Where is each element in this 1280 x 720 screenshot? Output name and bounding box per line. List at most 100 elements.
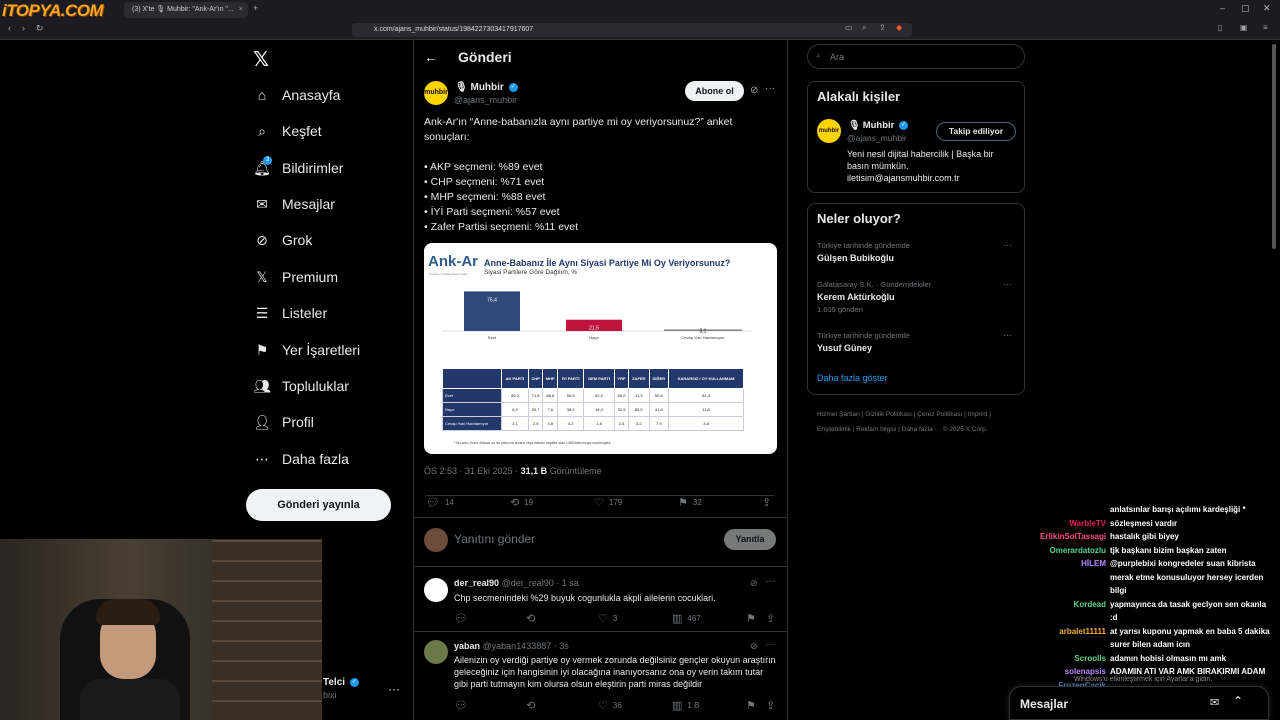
nav-notifications[interactable]: 🔔︎ 3 Bildirimler — [252, 154, 343, 182]
views-action[interactable]: ▥ 1 B — [672, 699, 699, 712]
table-header-cell: AK PARTİ — [500, 368, 529, 389]
nav-profile[interactable]: 👤︎ Profil — [252, 408, 314, 436]
views-action[interactable]: ▥ 467 — [672, 612, 701, 625]
nav-bookmarks[interactable]: ⚑ Yer İşaretleri — [252, 336, 360, 364]
subscribe-button[interactable]: Abone ol — [685, 81, 744, 101]
table-row: Cevap Yok/ Hatırlamıyor 2,1 2,5 3,8 4,2 1,6 2,… — [442, 416, 744, 431]
table-cell: 11,8 — [668, 402, 744, 417]
nav-explore[interactable]: ⌕ Keşfet — [252, 117, 322, 145]
author-name[interactable]: 🎙 Muhbir ✓ — [455, 82, 518, 93]
maximize-icon[interactable]: ▢ — [1241, 3, 1250, 14]
new-tab-icon[interactable]: + — [253, 3, 258, 13]
more-options-icon[interactable]: ··· — [765, 639, 775, 650]
following-button[interactable]: Takip ediliyor — [936, 122, 1016, 141]
trend-item[interactable]: Galatasaray S.K. · Gündemdekiler Kerem A… — [817, 280, 931, 314]
trend-item[interactable]: Türkiye tarihinde gündemde Gülşen Bubiko… — [817, 241, 910, 263]
table-row: Hayır 8,9 25,7 7,6 38,9 16,4 32,5 85,5 41,6 11,8 — [442, 402, 744, 417]
reader-icon[interactable]: ▭ — [845, 23, 853, 32]
trend-more-icon[interactable]: ··· — [1003, 279, 1012, 289]
like-action[interactable]: ♡ 179 — [594, 496, 622, 509]
more-options-icon[interactable]: ··· — [765, 576, 775, 587]
grok-icon[interactable]: ⊘ — [750, 641, 758, 652]
reply-button[interactable]: Yanıtla — [724, 529, 776, 550]
sidebar-icon[interactable]: ▯ — [1218, 23, 1222, 32]
tweet-image[interactable]: Ank-Ar Sosyal ve Politik Araştırmalar An… — [424, 243, 777, 454]
trend-context: Türkiye tarihinde gündemde — [817, 241, 910, 250]
repost-action[interactable]: ⟲ 19 — [510, 496, 533, 509]
show-more-link[interactable]: Daha fazla göster — [817, 373, 888, 383]
trend-item[interactable]: Türkiye tarihinde gündemde Yusuf Güney — [817, 331, 910, 353]
close-window-icon[interactable]: ✕ — [1263, 3, 1271, 14]
related-avatar[interactable]: muhbir — [817, 119, 841, 143]
nav-lists[interactable]: ☰ Listeler — [252, 299, 327, 327]
like-action[interactable]: ♡ 3 — [598, 612, 617, 625]
wallet-icon[interactable]: ▣ — [1240, 23, 1248, 32]
reply-author[interactable]: yaban @yaban1433887 · 3s — [454, 641, 569, 651]
share-action[interactable]: ⇪ — [766, 699, 780, 712]
bookmark-action[interactable]: ⚑ — [746, 699, 761, 712]
like-action[interactable]: ♡ 36 — [598, 699, 622, 712]
reply-avatar[interactable] — [424, 640, 448, 664]
chat-username: ErlikinSolTassagi — [1040, 532, 1107, 541]
brave-shield-icon[interactable]: ◆ — [896, 23, 902, 32]
back-arrow-icon[interactable]: ← — [424, 49, 438, 65]
verified-icon: ✓ — [508, 82, 518, 92]
more-options-icon[interactable]: ··· — [765, 83, 775, 94]
author-handle[interactable]: @ajans_muhbir — [454, 95, 517, 105]
reply-author[interactable]: der_real90 @der_real90 · 1 sa — [454, 578, 579, 588]
search-input[interactable]: Ara — [807, 44, 1025, 69]
reload-icon[interactable]: ↻ — [36, 23, 44, 34]
nav-communities[interactable]: 👥︎ Topluluklar — [252, 372, 349, 400]
nav-home[interactable]: ⌂ Anasayfa — [252, 81, 341, 109]
verified-icon: ✓ — [349, 677, 359, 687]
repost-icon: ⟲ — [510, 497, 520, 509]
stream-logo-overlay: iTOPYA.COM — [2, 1, 104, 20]
account-switcher[interactable]: Telci ✓ bixi — [323, 677, 359, 700]
footer-links[interactable]: Hizmet Şartları | Gizlilik Politikası | … — [817, 407, 1017, 437]
bookmark-action[interactable]: ⚑ 32 — [678, 496, 702, 509]
close-tab-icon[interactable]: × — [239, 2, 243, 18]
nav-more[interactable]: ⋯ Daha fazla — [252, 445, 349, 473]
view-count: 1 B — [687, 701, 700, 710]
forward-icon[interactable]: › — [22, 23, 25, 33]
new-message-icon[interactable]: ✉ — [1210, 696, 1219, 709]
grok-icon[interactable]: ⊘ — [750, 85, 758, 96]
scrollbar[interactable] — [1272, 44, 1276, 249]
related-handle[interactable]: @ajans_muhbir — [847, 133, 907, 143]
reply-name: yaban — [454, 641, 481, 651]
repost-action[interactable]: ⟲ — [526, 699, 540, 712]
trend-more-icon[interactable]: ··· — [1003, 330, 1012, 340]
nav-label: Listeler — [282, 305, 328, 321]
nav-messages[interactable]: ✉ Mesajlar — [252, 190, 335, 218]
chat-text: adamın hobisi olmasın mı amk — [1110, 653, 1227, 663]
reply-input[interactable]: Yanıtını gönder — [454, 532, 535, 546]
author-avatar[interactable]: muhbir — [424, 81, 448, 105]
zoom-icon[interactable]: ⌕ — [862, 23, 866, 33]
chat-text: at yarısı kuponu yapmak en baba 5 dakika… — [1110, 626, 1270, 650]
nav-grok[interactable]: ⊘ Grok — [252, 226, 312, 254]
people-icon: 👥︎ — [253, 377, 271, 394]
share-icon[interactable]: ⇪ — [879, 23, 886, 32]
minimize-icon[interactable]: – — [1220, 3, 1225, 13]
bookmark-action[interactable]: ⚑ — [746, 612, 761, 625]
url-input[interactable]: x.com/ajans_muhbir/status/19842273034179… — [352, 23, 912, 37]
menu-icon[interactable]: ≡ — [1263, 23, 1268, 32]
reply-icon: 💬︎ — [454, 700, 468, 712]
reply-action[interactable]: 💬︎ — [454, 612, 473, 625]
share-action[interactable]: ⇪ — [766, 612, 780, 625]
share-action[interactable]: ⇪ — [762, 496, 776, 509]
browser-tab[interactable]: (3) X'te 🎙 Muhbir: "Ank-Ar'ın "... × — [124, 2, 248, 18]
nav-premium[interactable]: 𝕏 Premium — [252, 263, 338, 291]
reply-action[interactable]: 💬︎ — [454, 699, 473, 712]
expand-icon[interactable]: ⌃ — [1233, 694, 1243, 708]
related-name[interactable]: 🎙 Muhbir ✓ — [848, 120, 909, 131]
reply-avatar[interactable] — [424, 578, 448, 602]
post-button[interactable]: Gönderi yayınla — [246, 489, 391, 521]
repost-action[interactable]: ⟲ — [526, 612, 540, 625]
x-logo-icon[interactable]: 𝕏 — [253, 47, 269, 72]
account-more-icon[interactable]: ··· — [388, 682, 400, 696]
back-icon[interactable]: ‹ — [8, 23, 11, 33]
reply-action[interactable]: 💬︎ 14 — [426, 496, 454, 509]
trend-more-icon[interactable]: ··· — [1003, 240, 1012, 250]
grok-icon[interactable]: ⊘ — [750, 578, 758, 589]
